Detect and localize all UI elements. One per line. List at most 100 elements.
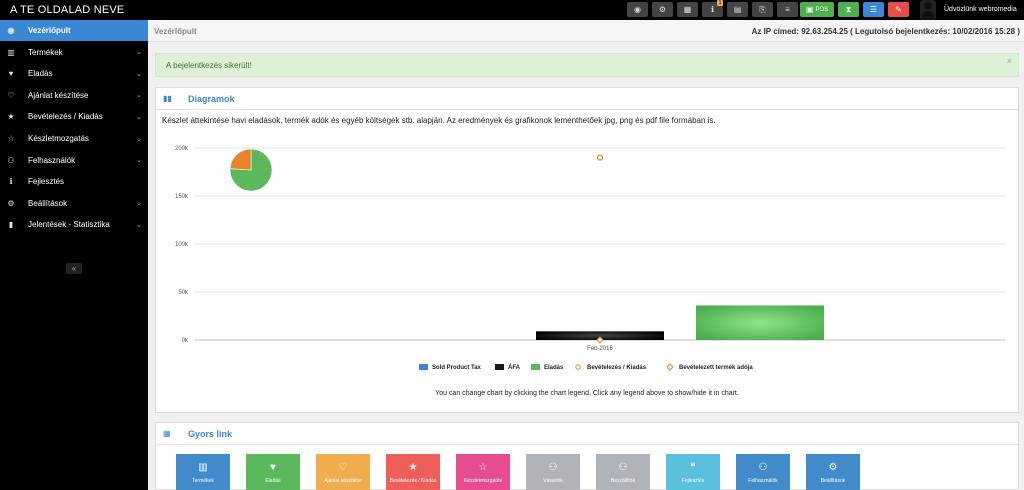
quick-link-9[interactable]: ⚙ Beállítások [806, 454, 860, 490]
bar-2[interactable] [696, 305, 824, 340]
toolbar-button-pos[interactable]: ▣ POS [800, 2, 834, 17]
chevron-down-icon: ⌄ [136, 200, 142, 208]
hourglass-icon: ⧗ [845, 4, 852, 14]
breadcrumb[interactable]: Vezérlőpult [154, 27, 197, 36]
welcome-text[interactable]: Üdvözlünk webromedia [944, 6, 1017, 13]
y-tick-label: 100k [175, 242, 189, 248]
cogs-icon: ⚙ [658, 5, 667, 14]
quick-link-label: Ajánlat készítése [324, 478, 362, 484]
scatter-point-circle[interactable] [596, 154, 604, 161]
breadcrumb-bar: Vezérlőpult Az IP címed: 92.63.254.25 ( … [148, 20, 1024, 42]
legend-swatch[interactable] [531, 364, 540, 370]
users-icon: ⚇ [548, 462, 558, 473]
toolbar-button-export[interactable]: ⎘ [752, 2, 773, 17]
info-icon: ℹ [9, 177, 13, 187]
quick-link-2[interactable]: ♡ Ajánlat készítése [316, 454, 370, 490]
sidebar: ◉ Vezérlőpult ▥ Termékek ⌄ ♥ Eladás ⌄ ♡ Ajánlat k… [0, 20, 148, 490]
bar-chart-icon: ▮▮ [163, 94, 172, 103]
sidebar-item-2[interactable]: ♥ Eladás ⌄ [0, 63, 148, 84]
quick-link-7[interactable]: ❝ Fejlesztés [666, 454, 720, 490]
quick-link-label: Beszállítók [610, 478, 636, 484]
pie-slice-1[interactable] [229, 148, 252, 171]
quick-link-5[interactable]: ⚇ Vásárlók [526, 454, 580, 490]
sidebar-item-8[interactable]: ⚙ Beállítások ⌄ [0, 193, 148, 214]
legend-label[interactable]: Sold Product Tax [432, 365, 482, 371]
sidebar-collapse-button[interactable]: « [66, 263, 82, 274]
sidebar-item-7[interactable]: ℹ Fejlesztés [0, 171, 148, 192]
toolbar-button-cogs[interactable]: ⚙ [652, 2, 673, 17]
quick-link-label: Termékek [192, 478, 214, 484]
star-icon: ★ [7, 112, 15, 122]
toolbar-button-flag-hu[interactable]: ≡ [777, 2, 798, 17]
diagram-panel: ▮▮ Diagramok Készlet áttekintése havi el… [155, 87, 1019, 413]
toolbar-button-dashboard[interactable]: ◉ [627, 2, 648, 17]
dashboard-icon: ◉ [634, 5, 641, 14]
sidebar-item-5[interactable]: ☆ Készletmozgatás ⌄ [0, 128, 148, 149]
chart-area: 0k 50k 100k 150k 200k Feb-2016 Sold Product Ta… [156, 132, 1018, 404]
legend-label[interactable]: ÁFA [508, 364, 521, 371]
chevron-down-icon: ⌄ [136, 157, 142, 165]
y-tick-label: 0k [182, 338, 189, 344]
quick-link-6[interactable]: ⚇ Beszállítók [596, 454, 650, 490]
diagram-description: Készlet áttekintése havi eladások, termé… [162, 116, 716, 125]
pos-label: POS [815, 6, 829, 13]
barcode-icon: ▥ [7, 47, 15, 57]
sidebar-item-4[interactable]: ★ Bevételezés / Kiadás ⌄ [0, 106, 148, 127]
cogs-icon: ⚙ [828, 462, 838, 473]
sidebar-item-label: Felhasználók [28, 155, 76, 165]
cog-icon: ⚙ [7, 198, 15, 208]
star-outline-icon: ☆ [7, 134, 15, 143]
export-icon: ⎘ [759, 4, 766, 14]
toolbar-button-calculator[interactable]: ▦ [677, 2, 698, 17]
sidebar-item-label: Bevételezés / Kiadás [28, 112, 103, 122]
toolbar-button-calendar[interactable]: ▤ [727, 2, 748, 17]
quick-link-1[interactable]: ♥ Eladás [246, 454, 300, 490]
legend-label[interactable]: Bevételezett termék adója [679, 365, 753, 371]
x-tick-label: Feb-2016 [587, 346, 613, 352]
legend-swatch[interactable] [666, 363, 674, 371]
sidebar-item-label: Eladás [28, 69, 53, 79]
sidebar-item-label: Készletmozgatás [28, 134, 89, 143]
toolbar-button-list[interactable]: ☰ [863, 2, 884, 17]
pos-icon: ▣ [805, 5, 814, 14]
legend-swatch[interactable] [419, 364, 428, 370]
comments-icon: ❝ [690, 462, 696, 473]
star-outline-icon: ☆ [478, 462, 488, 473]
legend-swatch[interactable] [495, 364, 504, 370]
chevron-down-icon: ⌄ [136, 113, 142, 121]
quick-link-8[interactable]: ⚇ Felhasználók [736, 454, 790, 490]
sidebar-item-3[interactable]: ♡ Ajánlat készítése ⌄ [0, 85, 148, 106]
close-icon[interactable]: × [1007, 56, 1012, 66]
quick-link-3[interactable]: ★ Bevételezés / Kiadás [386, 454, 440, 490]
sidebar-item-label: Jelentések - Statisztika [28, 220, 110, 230]
sidebar-item-9[interactable]: ▮ Jelentések - Statisztika ⌄ [0, 214, 148, 235]
quick-link-label: Beállítások [820, 478, 846, 484]
legend-label[interactable]: Eladás [544, 365, 564, 371]
sidebar-item-0[interactable]: ◉ Vezérlőpult [0, 20, 148, 41]
user-avatar[interactable] [920, 0, 936, 20]
sidebar-item-6[interactable]: ⚇ Felhasználók ⌄ [0, 150, 148, 171]
y-tick-label: 50k [178, 290, 189, 296]
users-icon: ⚇ [758, 462, 768, 473]
brand-title[interactable]: A TE OLDALAD NEVE [10, 4, 124, 16]
alert-message: A bejelentkezés sikerült! [166, 61, 252, 70]
heart-icon: ♥ [8, 69, 14, 79]
info-icon: ℹ [710, 5, 715, 14]
eraser-icon: ✎ [895, 5, 902, 14]
toolbar-button-info[interactable]: ℹ1 [702, 0, 723, 17]
legend-label[interactable]: Bevételezés / Kiadás [587, 365, 647, 371]
toolbar-button-eraser[interactable]: ✎ [888, 2, 909, 17]
legend-swatch[interactable] [575, 364, 581, 370]
list-icon: ☰ [869, 5, 878, 14]
bar-chart-icon: ▮ [8, 220, 14, 230]
quick-link-0[interactable]: ▥ Termékek [176, 454, 230, 490]
star-icon: ★ [408, 462, 418, 473]
sidebar-item-1[interactable]: ▥ Termékek ⌄ [0, 42, 148, 63]
quick-link-4[interactable]: ☆ Készletmozgatás [456, 454, 510, 490]
dashboard-icon: ◉ [7, 26, 15, 35]
quick-link-label: Felhasználók [748, 478, 778, 484]
toolbar-button-hourglass[interactable]: ⧗ [838, 2, 859, 17]
ip-info: Az IP címed: 92.63.254.25 ( Legutolsó be… [751, 27, 1020, 36]
quick-links-header: ▦ Gyors link [156, 423, 1018, 445]
y-tick-label: 200k [175, 146, 189, 152]
